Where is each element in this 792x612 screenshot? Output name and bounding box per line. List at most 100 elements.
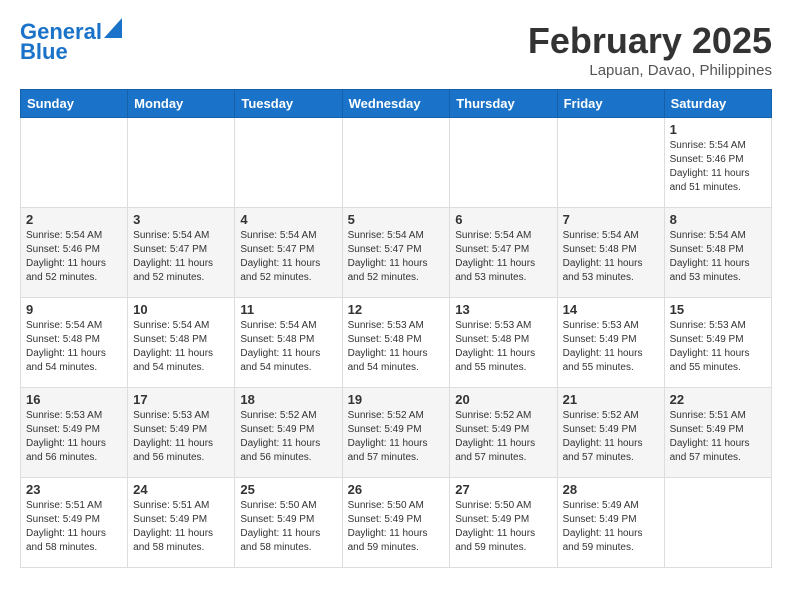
logo-text-blue: Blue (20, 40, 68, 64)
calendar-week-row: 16 Sunrise: 5:53 AM Sunset: 5:49 PM Dayli… (21, 388, 772, 478)
day-number: 15 (670, 302, 766, 317)
day-info: Sunrise: 5:50 AM Sunset: 5:49 PM Dayligh… (240, 499, 336, 555)
column-header-monday: Monday (128, 90, 235, 118)
calendar-cell: 24Sunrise: 5:51 AM Sunset: 5:49 PM Dayli… (128, 478, 235, 568)
calendar-week-row: 2 Sunrise: 5:54 AM Sunset: 5:46 PM Daylig… (21, 208, 772, 298)
day-number: 16 (26, 392, 122, 407)
calendar-week-row: 23 Sunrise: 5:51 AM Sunset: 5:49 PM Dayli… (21, 478, 772, 568)
calendar-cell: 12 Sunrise: 5:53 AM Sunset: 5:48 PM Dayli… (342, 298, 450, 388)
day-info: Sunrise: 5:53 AM Sunset: 5:49 PM Dayligh… (563, 319, 659, 375)
calendar-cell: 19 Sunrise: 5:52 AM Sunset: 5:49 PM Dayli… (342, 388, 450, 478)
calendar-cell: 28 Sunrise: 5:49 AM Sunset: 5:49 PM Dayli… (557, 478, 664, 568)
day-number: 19 (348, 392, 445, 407)
logo: General Blue (20, 20, 122, 64)
calendar-cell: 14 Sunrise: 5:53 AM Sunset: 5:49 PM Dayli… (557, 298, 664, 388)
day-info: Sunrise: 5:52 AM Sunset: 5:49 PM Dayligh… (563, 409, 659, 465)
day-info: Sunrise: 5:53 AM Sunset: 5:49 PM Dayligh… (670, 319, 766, 375)
calendar-table: SundayMondayTuesdayWednesdayThursdayFrid… (20, 89, 772, 568)
day-number: 12 (348, 302, 445, 317)
day-number: 22 (670, 392, 766, 407)
calendar-cell: 18 Sunrise: 5:52 AM Sunset: 5:49 PM Dayli… (235, 388, 342, 478)
calendar-week-row: 9 Sunrise: 5:54 AM Sunset: 5:48 PM Daylig… (21, 298, 772, 388)
logo-triangle-icon (104, 18, 122, 38)
day-info: Sunrise: 5:54 AM Sunset: 5:46 PM Dayligh… (670, 139, 766, 195)
column-header-thursday: Thursday (450, 90, 557, 118)
day-number: 4 (240, 212, 336, 227)
day-info: Sunrise: 5:54 AM Sunset: 5:47 PM Dayligh… (455, 229, 551, 285)
day-number: 11 (240, 302, 336, 317)
calendar-cell: 6Sunrise: 5:54 AM Sunset: 5:47 PM Daylig… (450, 208, 557, 298)
calendar-cell: 23 Sunrise: 5:51 AM Sunset: 5:49 PM Dayli… (21, 478, 128, 568)
calendar-week-row: 1 Sunrise: 5:54 AM Sunset: 5:46 PM Daylig… (21, 118, 772, 208)
calendar-cell (557, 118, 664, 208)
calendar-header-row: SundayMondayTuesdayWednesdayThursdayFrid… (21, 90, 772, 118)
day-number: 17 (133, 392, 229, 407)
day-info: Sunrise: 5:52 AM Sunset: 5:49 PM Dayligh… (240, 409, 336, 465)
day-info: Sunrise: 5:54 AM Sunset: 5:46 PM Dayligh… (26, 229, 122, 285)
calendar-cell: 11 Sunrise: 5:54 AM Sunset: 5:48 PM Dayli… (235, 298, 342, 388)
day-info: Sunrise: 5:49 AM Sunset: 5:49 PM Dayligh… (563, 499, 659, 555)
day-number: 14 (563, 302, 659, 317)
column-header-wednesday: Wednesday (342, 90, 450, 118)
day-number: 21 (563, 392, 659, 407)
column-header-saturday: Saturday (664, 90, 771, 118)
day-info: Sunrise: 5:54 AM Sunset: 5:47 PM Dayligh… (348, 229, 445, 285)
day-info: Sunrise: 5:52 AM Sunset: 5:49 PM Dayligh… (348, 409, 445, 465)
calendar-cell: 22 Sunrise: 5:51 AM Sunset: 5:49 PM Dayli… (664, 388, 771, 478)
calendar-cell (664, 478, 771, 568)
day-info: Sunrise: 5:51 AM Sunset: 5:49 PM Dayligh… (670, 409, 766, 465)
day-number: 18 (240, 392, 336, 407)
day-number: 10 (133, 302, 229, 317)
day-info: Sunrise: 5:54 AM Sunset: 5:48 PM Dayligh… (240, 319, 336, 375)
day-info: Sunrise: 5:53 AM Sunset: 5:49 PM Dayligh… (26, 409, 122, 465)
day-info: Sunrise: 5:51 AM Sunset: 5:49 PM Dayligh… (26, 499, 122, 555)
day-number: 20 (455, 392, 551, 407)
day-info: Sunrise: 5:53 AM Sunset: 5:48 PM Dayligh… (455, 319, 551, 375)
day-number: 2 (26, 212, 122, 227)
calendar-cell: 26 Sunrise: 5:50 AM Sunset: 5:49 PM Dayli… (342, 478, 450, 568)
calendar-cell: 20 Sunrise: 5:52 AM Sunset: 5:49 PM Dayli… (450, 388, 557, 478)
day-number: 7 (563, 212, 659, 227)
day-number: 8 (670, 212, 766, 227)
calendar-cell: 13 Sunrise: 5:53 AM Sunset: 5:48 PM Dayli… (450, 298, 557, 388)
column-header-friday: Friday (557, 90, 664, 118)
day-number: 1 (670, 122, 766, 137)
page-header: General Blue February 2025 Lapuan, Davao… (20, 20, 772, 79)
day-number: 26 (348, 482, 445, 497)
day-info: Sunrise: 5:53 AM Sunset: 5:49 PM Dayligh… (133, 409, 229, 465)
calendar-cell (342, 118, 450, 208)
calendar-cell: 25 Sunrise: 5:50 AM Sunset: 5:49 PM Dayli… (235, 478, 342, 568)
column-header-tuesday: Tuesday (235, 90, 342, 118)
day-number: 23 (26, 482, 122, 497)
calendar-cell: 8Sunrise: 5:54 AM Sunset: 5:48 PM Daylig… (664, 208, 771, 298)
month-title: February 2025 (528, 20, 772, 62)
calendar-cell: 7 Sunrise: 5:54 AM Sunset: 5:48 PM Daylig… (557, 208, 664, 298)
calendar-cell (128, 118, 235, 208)
day-info: Sunrise: 5:53 AM Sunset: 5:48 PM Dayligh… (348, 319, 445, 375)
calendar-cell (450, 118, 557, 208)
day-number: 5 (348, 212, 445, 227)
day-info: Sunrise: 5:50 AM Sunset: 5:49 PM Dayligh… (348, 499, 445, 555)
calendar-cell: 15 Sunrise: 5:53 AM Sunset: 5:49 PM Dayli… (664, 298, 771, 388)
day-number: 9 (26, 302, 122, 317)
day-number: 27 (455, 482, 551, 497)
day-info: Sunrise: 5:52 AM Sunset: 5:49 PM Dayligh… (455, 409, 551, 465)
day-number: 25 (240, 482, 336, 497)
calendar-cell: 10 Sunrise: 5:54 AM Sunset: 5:48 PM Dayli… (128, 298, 235, 388)
day-info: Sunrise: 5:54 AM Sunset: 5:47 PM Dayligh… (240, 229, 336, 285)
day-number: 13 (455, 302, 551, 317)
calendar-cell: 9Sunrise: 5:54 AM Sunset: 5:48 PM Daylig… (21, 298, 128, 388)
column-header-sunday: Sunday (21, 90, 128, 118)
calendar-cell: 4 Sunrise: 5:54 AM Sunset: 5:47 PM Daylig… (235, 208, 342, 298)
day-number: 28 (563, 482, 659, 497)
calendar-cell: 2 Sunrise: 5:54 AM Sunset: 5:46 PM Daylig… (21, 208, 128, 298)
title-block: February 2025 Lapuan, Davao, Philippines (528, 20, 772, 79)
day-info: Sunrise: 5:54 AM Sunset: 5:48 PM Dayligh… (133, 319, 229, 375)
calendar-cell: 1 Sunrise: 5:54 AM Sunset: 5:46 PM Daylig… (664, 118, 771, 208)
day-info: Sunrise: 5:50 AM Sunset: 5:49 PM Dayligh… (455, 499, 551, 555)
day-number: 24 (133, 482, 229, 497)
day-info: Sunrise: 5:54 AM Sunset: 5:47 PM Dayligh… (133, 229, 229, 285)
day-info: Sunrise: 5:54 AM Sunset: 5:48 PM Dayligh… (563, 229, 659, 285)
calendar-cell: 17 Sunrise: 5:53 AM Sunset: 5:49 PM Dayli… (128, 388, 235, 478)
calendar-cell: 16 Sunrise: 5:53 AM Sunset: 5:49 PM Dayli… (21, 388, 128, 478)
